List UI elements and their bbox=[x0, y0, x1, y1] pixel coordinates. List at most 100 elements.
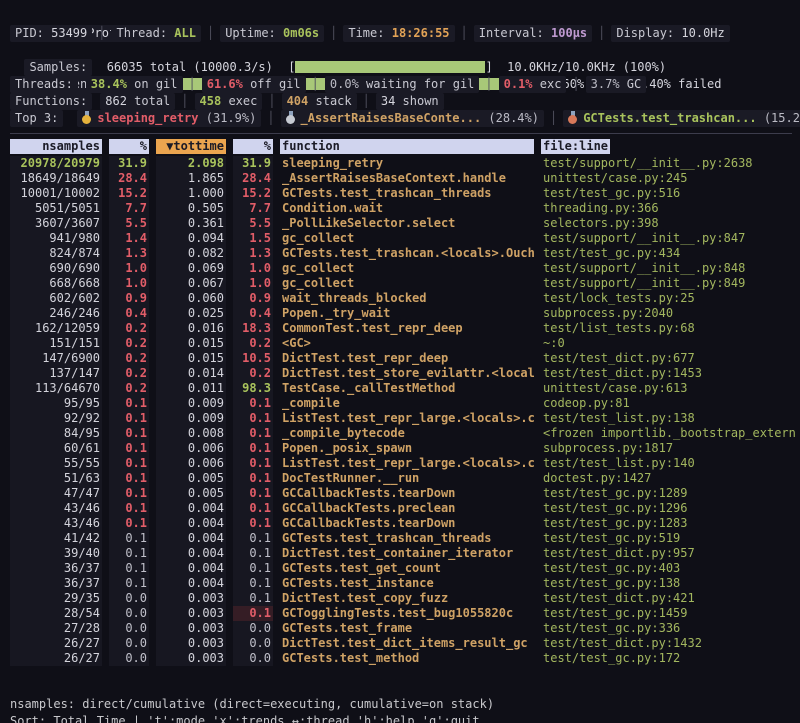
cell-pct-cumulative: 1.3 bbox=[233, 246, 273, 261]
top3-entry[interactable]: sleeping_retry (31.9%) bbox=[77, 110, 261, 127]
cell-pct-direct: 1.4 bbox=[109, 231, 149, 246]
cell-pct-direct: 0.1 bbox=[109, 411, 149, 426]
threads-label: Threads: bbox=[10, 76, 78, 93]
cell-pct-direct: 31.9 bbox=[109, 156, 149, 171]
top3-entry[interactable]: GCTests.test_trashcan... (15.2%) bbox=[563, 110, 800, 127]
top3-percent: (28.4%) bbox=[481, 111, 539, 125]
table-header-col-fileline[interactable]: file:line bbox=[541, 139, 610, 154]
cell-pct-cumulative: 0.1 bbox=[233, 486, 273, 501]
cell-tottime: 0.003 bbox=[156, 606, 226, 621]
cell-tottime: 0.025 bbox=[156, 306, 226, 321]
threads-value: 3.7% bbox=[591, 77, 620, 91]
table-header-col-pct2[interactable]: % bbox=[233, 139, 273, 154]
cell-function: ListTest.test_repr_large.<locals>.check bbox=[280, 456, 534, 471]
table-header-col-nsamples[interactable]: nsamples bbox=[10, 139, 102, 154]
cell-pct-direct: 0.2 bbox=[109, 366, 149, 381]
separator-icon: │ bbox=[485, 77, 492, 91]
cell-nsamples: 941/980 bbox=[10, 231, 102, 246]
cell-pct-direct: 0.1 bbox=[109, 531, 149, 546]
cell-pct-cumulative: 0.1 bbox=[233, 456, 273, 471]
cell-nsamples: 95/95 bbox=[10, 396, 102, 411]
cell-fileline: test/test_gc.py:403 bbox=[541, 561, 796, 576]
cell-pct-cumulative: 0.1 bbox=[233, 426, 273, 441]
cell-tottime: 0.060 bbox=[156, 291, 226, 306]
top3-function-name: _AssertRaisesBaseConte... bbox=[301, 111, 482, 125]
table-header: nsamples% ▼tottime% function file:line bbox=[10, 139, 796, 154]
cell-pct-cumulative: 1.5 bbox=[233, 231, 273, 246]
info-interval: Interval: 100µs bbox=[474, 25, 592, 42]
samples-rate-text bbox=[493, 60, 507, 74]
cell-fileline: test/support/__init__.py:2638 bbox=[541, 156, 796, 171]
cell-function: gc_collect bbox=[280, 231, 534, 246]
cell-pct-direct: 0.2 bbox=[109, 381, 149, 396]
cell-tottime: 2.098 bbox=[156, 156, 226, 171]
separator-icon: │ bbox=[207, 26, 214, 40]
cell-function: TestCase._callTestMethod bbox=[280, 381, 534, 396]
functions-text: shown bbox=[395, 94, 438, 108]
cell-function: GCTests.test_trashcan_threads bbox=[280, 186, 534, 201]
top3-line: Top 3:sleeping_retry (31.9%)│_AssertRais… bbox=[10, 110, 800, 127]
cell-pct-cumulative: 0.1 bbox=[233, 396, 273, 411]
cell-fileline: test/test_dict.py:957 bbox=[541, 546, 796, 561]
top3-percent: (15.2%) bbox=[757, 111, 800, 125]
cell-pct-direct: 0.1 bbox=[109, 486, 149, 501]
cell-nsamples: 60/61 bbox=[10, 441, 102, 456]
cell-pct-direct: 0.0 bbox=[109, 606, 149, 621]
table-header-col-tottime[interactable]: ▼tottime bbox=[156, 139, 226, 154]
cell-nsamples: 47/47 bbox=[10, 486, 102, 501]
cell-tottime: 0.015 bbox=[156, 336, 226, 351]
cell-pct-cumulative: 0.1 bbox=[233, 501, 273, 516]
separator-icon: │ bbox=[550, 111, 557, 125]
cell-function: GCTests.test_instance bbox=[280, 576, 534, 591]
cell-nsamples: 668/668 bbox=[10, 276, 102, 291]
cell-pct-cumulative: 0.1 bbox=[233, 561, 273, 576]
threads-text: GC bbox=[620, 77, 642, 91]
cell-nsamples: 147/6900 bbox=[10, 351, 102, 366]
threads-segment: 0.0% waiting for gil bbox=[325, 76, 480, 93]
cell-pct-direct: 0.4 bbox=[109, 306, 149, 321]
cell-nsamples: 26/27 bbox=[10, 636, 102, 651]
threads-segment: 61.6% off gil bbox=[202, 76, 306, 93]
cell-tottime: 0.003 bbox=[156, 651, 226, 666]
threads-value: 38.4% bbox=[91, 77, 127, 91]
cell-pct-direct: 0.1 bbox=[109, 426, 149, 441]
cell-function: sleeping_retry bbox=[280, 156, 534, 171]
cell-pct-cumulative: 0.4 bbox=[233, 306, 273, 321]
threads-text: on gil bbox=[127, 77, 178, 91]
cell-pct-cumulative: 0.1 bbox=[233, 531, 273, 546]
cell-fileline: test/support/__init__.py:849 bbox=[541, 276, 796, 291]
threads-text: off gil bbox=[243, 77, 301, 91]
functions-value: 34 bbox=[381, 94, 395, 108]
table-header-col-function[interactable]: function bbox=[280, 139, 534, 154]
top3-entry[interactable]: _AssertRaisesBaseConte... (28.4%) bbox=[281, 110, 544, 127]
cell-pct-cumulative: 15.2 bbox=[233, 186, 273, 201]
cell-nsamples: 20978/20979 bbox=[10, 156, 102, 171]
separator-icon: │ bbox=[98, 26, 105, 40]
cell-fileline: subprocess.py:2040 bbox=[541, 306, 796, 321]
cell-nsamples: 113/64670 bbox=[10, 381, 102, 396]
cell-fileline: test/test_gc.py:519 bbox=[541, 531, 796, 546]
functions-text: total bbox=[127, 94, 170, 108]
functions-value: 862 bbox=[105, 94, 127, 108]
separator-icon: │ bbox=[268, 94, 275, 108]
functions-value: 458 bbox=[200, 94, 222, 108]
cell-fileline: selectors.py:398 bbox=[541, 216, 796, 231]
medal-bronze-icon bbox=[568, 111, 578, 124]
cell-function: GCTests.test_trashcan.<locals>.Ouch.... bbox=[280, 246, 534, 261]
cell-nsamples: 137/147 bbox=[10, 366, 102, 381]
cell-nsamples: 51/63 bbox=[10, 471, 102, 486]
cell-pct-cumulative: 0.0 bbox=[233, 636, 273, 651]
cell-pct-cumulative: 0.1 bbox=[233, 591, 273, 606]
cell-fileline: unittest/case.py:613 bbox=[541, 381, 796, 396]
cell-function: <GC> bbox=[280, 336, 534, 351]
table-header-col-pct1[interactable]: % bbox=[109, 139, 149, 154]
info-pid-label: PID: bbox=[15, 26, 51, 40]
top3-percent: (31.9%) bbox=[199, 111, 257, 125]
cell-pct-direct: 0.0 bbox=[109, 621, 149, 636]
cell-fileline: test/support/__init__.py:848 bbox=[541, 261, 796, 276]
cell-function: GCTests.test_trashcan_threads bbox=[280, 531, 534, 546]
cell-tottime: 0.082 bbox=[156, 246, 226, 261]
cell-function: GCCallbackTests.tearDown bbox=[280, 516, 534, 531]
footer-legend: nsamples: direct/cumulative (direct=exec… bbox=[10, 696, 800, 713]
cell-nsamples: 5051/5051 bbox=[10, 201, 102, 216]
